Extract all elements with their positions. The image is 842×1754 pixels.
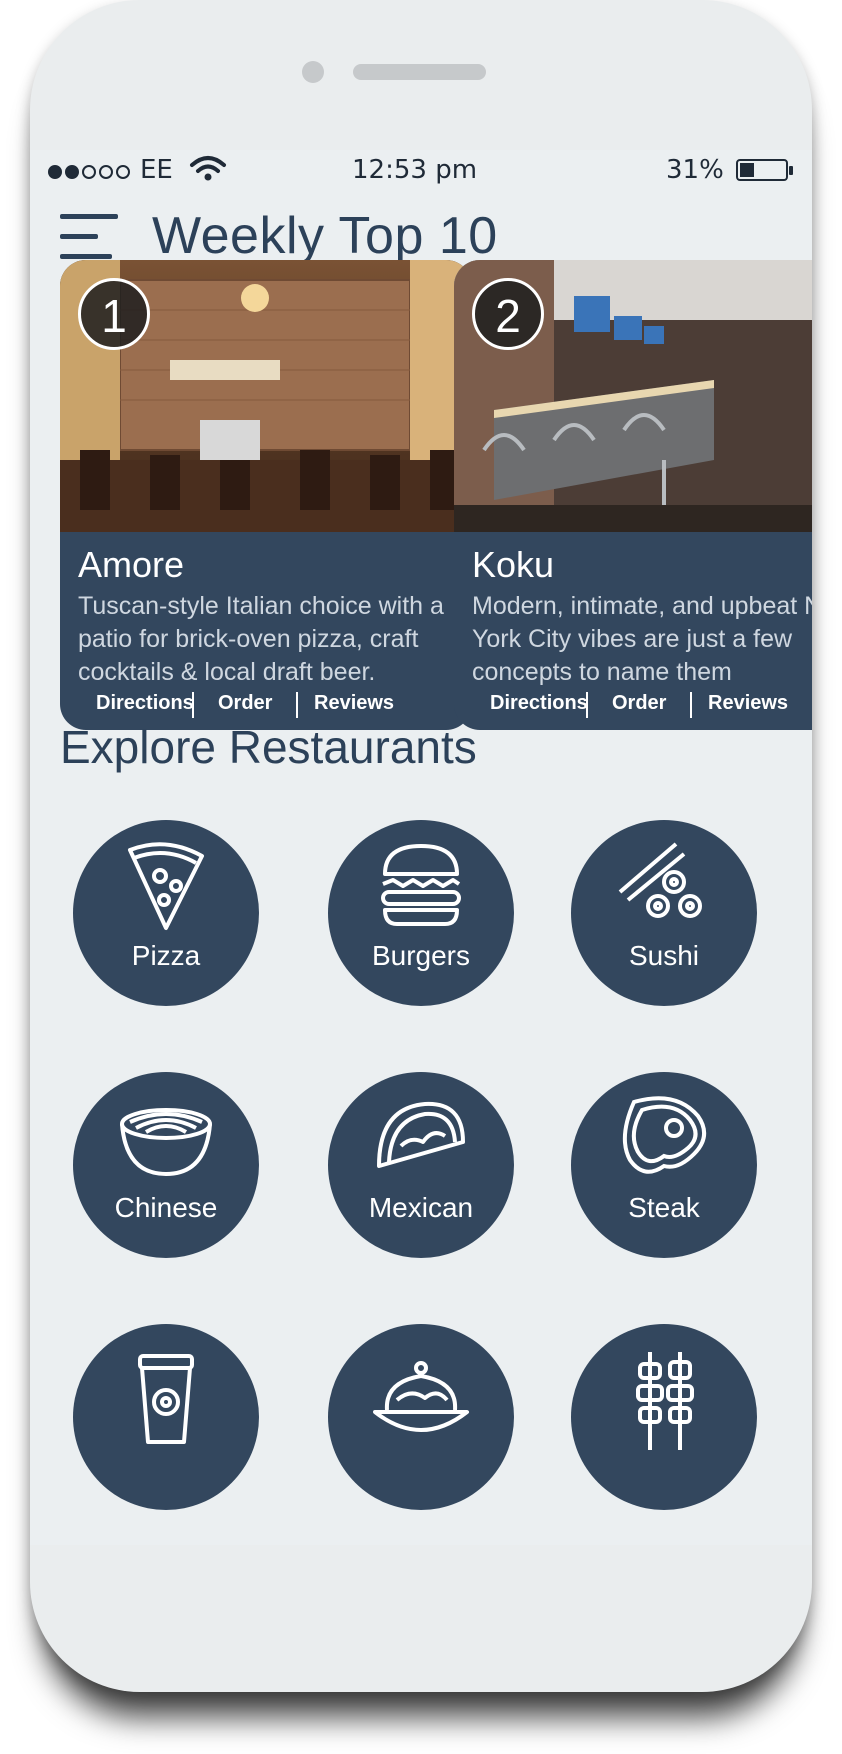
carrier-name: EE [140, 155, 173, 185]
directions-link[interactable]: Directions [96, 692, 194, 715]
battery-percent: 31% [666, 155, 724, 185]
category-label: Sushi [628, 940, 700, 971]
restaurant-description: Modern, intimate, and upbeat New York Ci… [472, 592, 812, 686]
divider [690, 692, 692, 718]
phone-frame: EE 12:53 pm 31% Weekly Top 10 1 Amore Tu… [30, 0, 812, 1692]
category-pasta[interactable] [328, 1324, 514, 1510]
steak-icon [622, 1096, 706, 1174]
sushi-icon [618, 842, 702, 918]
coffee-cup-icon [138, 1354, 194, 1444]
restaurant-name: Koku [472, 544, 555, 585]
category-steak[interactable]: Steak [571, 1072, 757, 1258]
category-mexican[interactable]: Mexican [328, 1072, 514, 1258]
pasta-plate-icon [373, 1361, 469, 1432]
top10-card-amore[interactable]: 1 Amore Tuscan-style Italian choice with… [60, 260, 472, 730]
hamburger-menu-icon[interactable] [60, 214, 118, 260]
burger-icon [381, 844, 461, 926]
wifi-icon [190, 156, 226, 181]
pizza-icon [128, 842, 204, 930]
category-label: Chinese [114, 1192, 218, 1223]
category-label: Steak [628, 1192, 700, 1223]
divider [586, 692, 588, 718]
category-label: Pizza [131, 940, 201, 971]
order-link[interactable]: Order [612, 692, 666, 715]
order-link[interactable]: Order [218, 692, 272, 715]
reviews-link[interactable]: Reviews [708, 692, 788, 715]
app-screen: EE 12:53 pm 31% Weekly Top 10 1 Amore Tu… [30, 150, 812, 1545]
status-bar: EE 12:53 pm 31% [30, 150, 812, 190]
restaurant-description: Tuscan-style Italian choice with a patio… [78, 592, 444, 686]
category-label: Mexican [368, 1192, 474, 1223]
category-coffee[interactable] [73, 1324, 259, 1510]
rank-badge: 1 [78, 278, 150, 350]
page-title: Weekly Top 10 [152, 207, 498, 265]
restaurant-photo: 1 [60, 260, 472, 532]
battery-icon [736, 159, 793, 181]
card-actions: Directions Order Reviews [60, 692, 472, 722]
divider [296, 692, 298, 718]
category-sushi[interactable]: Sushi [571, 820, 757, 1006]
front-camera [302, 61, 324, 83]
restaurant-photo: 2 [454, 260, 812, 532]
earpiece-speaker [353, 64, 486, 80]
category-chinese[interactable]: Chinese [73, 1072, 259, 1258]
divider [192, 692, 194, 718]
restaurant-name: Amore [78, 544, 185, 585]
category-label: Burgers [371, 940, 471, 971]
card-actions: Directions Order Reviews [454, 692, 812, 722]
category-burgers[interactable]: Burgers [328, 820, 514, 1006]
top10-card-koku[interactable]: 2 Koku Modern, intimate, and upbeat New … [454, 260, 812, 730]
reviews-link[interactable]: Reviews [314, 692, 394, 715]
rank-badge: 2 [472, 278, 544, 350]
signal-strength-icon [48, 165, 130, 179]
status-time: 12:53 pm [352, 155, 478, 185]
directions-link[interactable]: Directions [490, 692, 588, 715]
section-title: Explore Restaurants [60, 721, 477, 773]
taco-icon [377, 1101, 465, 1168]
category-pizza[interactable]: Pizza [73, 820, 259, 1006]
skewer-icon [636, 1352, 694, 1450]
category-skewers[interactable] [571, 1324, 757, 1510]
noodle-bowl-icon [120, 1108, 212, 1177]
